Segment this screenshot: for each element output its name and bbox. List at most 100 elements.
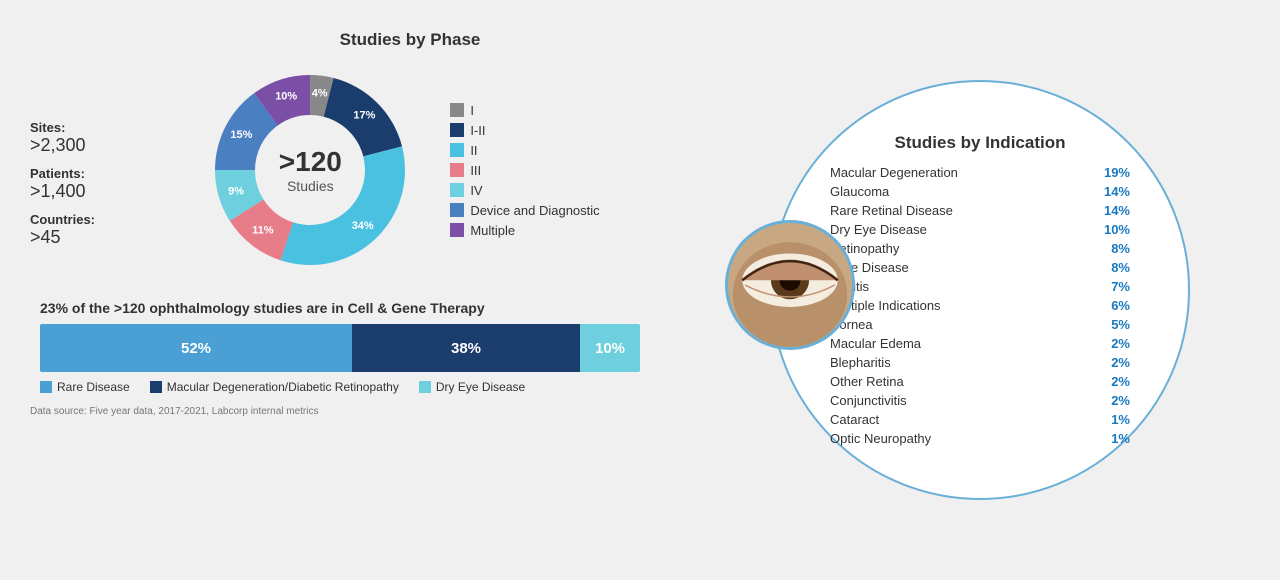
indication-table: Macular Degeneration19%Glaucoma14%Rare R… [830, 163, 1130, 448]
circle-container: Studies by Indication Macular Degenerati… [770, 80, 1190, 500]
indication-row: Other Retina 2% [830, 372, 1130, 391]
donut-chart: 4% 17% 34% 11% 9% 15% 10% >120 Studies [200, 60, 420, 280]
bar-legend-dot [40, 381, 52, 393]
bar-legend-item: Macular Degeneration/Diabetic Retinopath… [150, 380, 399, 394]
legend-label: I-II [470, 123, 485, 138]
donut-center-value: >120 [279, 146, 342, 178]
svg-text:17%: 17% [354, 109, 376, 121]
indication-row: Dry Eye Disease 10% [830, 220, 1130, 239]
sites-value: >2,300 [30, 135, 95, 156]
patients-value: >1,400 [30, 181, 95, 202]
right-panel: Studies by Indication Macular Degenerati… [710, 20, 1250, 560]
svg-text:9%: 9% [228, 185, 244, 197]
indication-row: Multiple Indications6% [830, 296, 1130, 315]
donut-title: Studies by Phase [340, 30, 481, 50]
bar-legend-label: Macular Degeneration/Diabetic Retinopath… [167, 380, 399, 394]
indication-pct: 5% [1111, 317, 1130, 332]
bar-legend-label: Dry Eye Disease [436, 380, 525, 394]
indication-pct: 8% [1111, 241, 1130, 256]
indication-row: Conjunctivitis2% [830, 391, 1130, 410]
legend-color-box [450, 123, 464, 137]
indication-pct: 1% [1111, 412, 1130, 427]
eye-image [725, 220, 855, 350]
indication-pct: 7% [1111, 279, 1130, 294]
patients-label: Patients: [30, 166, 95, 181]
bar-segment: 38% [352, 324, 580, 372]
bar-section: 23% of the >120 ophthalmology studies ar… [40, 300, 710, 394]
bar-legend-dot [419, 381, 431, 393]
bar-legend-dot [150, 381, 162, 393]
indication-pct: 1% [1111, 431, 1130, 446]
indication-name: Optic Neuropathy [830, 431, 931, 446]
indication-name: Cataract [830, 412, 879, 427]
legend-label: II [470, 143, 477, 158]
legend-item: Multiple [450, 223, 599, 238]
indication-row: Uveitis7% [830, 277, 1130, 296]
legend-item: Device and Diagnostic [450, 203, 599, 218]
legend-color-box [450, 103, 464, 117]
svg-text:15%: 15% [231, 129, 253, 141]
indication-name: Macular Edema [830, 336, 921, 351]
indication-row: Cataract 1% [830, 410, 1130, 429]
indication-row: Cornea5% [830, 315, 1130, 334]
indication-row: Macular Edema2% [830, 334, 1130, 353]
svg-text:11%: 11% [252, 225, 274, 237]
indication-pct: 6% [1111, 298, 1130, 313]
donut-center-label: Studies [279, 178, 342, 194]
legend-label: I [470, 103, 474, 118]
sites-label: Sites: [30, 120, 95, 135]
indication-name: Blepharitis [830, 355, 891, 370]
legend-color-box [450, 163, 464, 177]
donut-row: 4% 17% 34% 11% 9% 15% 10% >120 Studies I I-II II… [200, 60, 599, 280]
indication-pct: 19% [1104, 165, 1130, 180]
indication-name: Dry Eye Disease [830, 222, 927, 237]
eye-svg [728, 220, 852, 350]
indication-name: Other Retina [830, 374, 904, 389]
legend-item: IV [450, 183, 599, 198]
legend-item: II [450, 143, 599, 158]
bar-legend-label: Rare Disease [57, 380, 130, 394]
indication-row: Blepharitis 2% [830, 353, 1130, 372]
indication-row: Macular Degeneration 19% [830, 163, 1130, 182]
legend: II-IIIIIIIIVDevice and DiagnosticMultipl… [450, 103, 599, 238]
bar-legend: Rare Disease Macular Degeneration/Diabeti… [40, 380, 710, 394]
bar-chart: 52%38%10% [40, 324, 640, 372]
stats-section: Sites: >2,300 Patients: >1,400 Countries… [30, 120, 95, 258]
left-panel: Sites: >2,300 Patients: >1,400 Countries… [30, 20, 710, 560]
indication-pct: 2% [1111, 355, 1130, 370]
svg-text:4%: 4% [312, 88, 328, 100]
indication-pct: 10% [1104, 222, 1130, 237]
legend-item: I-II [450, 123, 599, 138]
indication-name: Conjunctivitis [830, 393, 907, 408]
indication-pct: 8% [1111, 260, 1130, 275]
countries-label: Countries: [30, 212, 95, 227]
indication-name: Rare Retinal Disease [830, 203, 953, 218]
legend-color-box [450, 143, 464, 157]
legend-label: Multiple [470, 223, 515, 238]
indication-name: Glaucoma [830, 184, 889, 199]
legend-item: I [450, 103, 599, 118]
indication-title: Studies by Indication [895, 133, 1066, 153]
donut-center: >120 Studies [279, 146, 342, 194]
svg-text:34%: 34% [352, 220, 374, 232]
indication-pct: 14% [1104, 184, 1130, 199]
indication-pct: 14% [1104, 203, 1130, 218]
donut-section: Studies by Phase 4% 17% 34% 11% 9% 15% 10% >12… [30, 30, 710, 280]
svg-text:10%: 10% [276, 91, 298, 103]
indication-row: Optic Neuropathy 1% [830, 429, 1130, 448]
indication-pct: 2% [1111, 374, 1130, 389]
bar-legend-item: Rare Disease [40, 380, 130, 394]
bar-title: 23% of the >120 ophthalmology studies ar… [40, 300, 710, 316]
indication-row: Retinopathy8% [830, 239, 1130, 258]
datasource: Data source: Five year data, 2017-2021, … [30, 406, 710, 417]
bar-segment: 10% [580, 324, 640, 372]
main-container: Sites: >2,300 Patients: >1,400 Countries… [0, 0, 1280, 580]
indication-name: Macular Degeneration [830, 165, 958, 180]
legend-label: IV [470, 183, 482, 198]
indication-row: Rare Disease8% [830, 258, 1130, 277]
indication-row: Glaucoma 14% [830, 182, 1130, 201]
indication-row: Rare Retinal Disease 14% [830, 201, 1130, 220]
legend-color-box [450, 223, 464, 237]
bar-segment: 52% [40, 324, 352, 372]
bar-legend-item: Dry Eye Disease [419, 380, 525, 394]
